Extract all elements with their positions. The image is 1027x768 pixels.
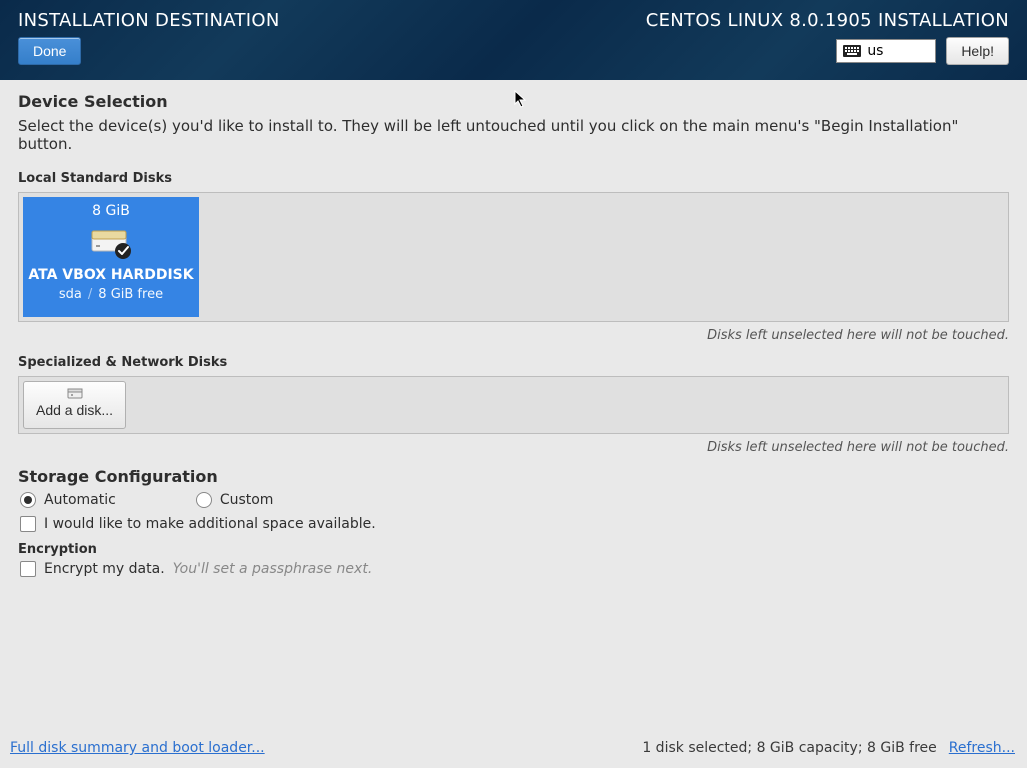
- page-title: INSTALLATION DESTINATION: [18, 10, 280, 31]
- storage-custom-label: Custom: [220, 492, 274, 508]
- radio-icon: [196, 492, 212, 508]
- checkbox-icon: [20, 561, 36, 577]
- storage-automatic-label: Automatic: [44, 492, 116, 508]
- reclaim-space-checkbox[interactable]: I would like to make additional space av…: [20, 516, 1009, 532]
- disk-subinfo: sda/8 GiB free: [59, 287, 163, 302]
- disk-free: 8 GiB free: [98, 287, 163, 302]
- reclaim-space-label: I would like to make additional space av…: [44, 516, 376, 532]
- encrypt-hint: You'll set a passphrase next.: [173, 561, 373, 577]
- checkbox-icon: [20, 516, 36, 532]
- device-selection-desc: Select the device(s) you'd like to insta…: [18, 117, 1009, 153]
- network-disks-label: Specialized & Network Disks: [18, 355, 1009, 370]
- product-title: CENTOS LINUX 8.0.1905 INSTALLATION: [646, 10, 1009, 31]
- storage-config-title: Storage Configuration: [18, 467, 1009, 486]
- header-bar: INSTALLATION DESTINATION Done CENTOS LIN…: [0, 0, 1027, 80]
- add-disk-button[interactable]: Add a disk...: [23, 381, 126, 429]
- footer-bar: Full disk summary and boot loader... 1 d…: [0, 734, 1027, 768]
- keyboard-layout-indicator[interactable]: us: [836, 39, 936, 63]
- network-disks-container: Add a disk...: [18, 376, 1009, 434]
- add-disk-icon: [67, 386, 83, 400]
- encrypt-data-label: Encrypt my data.: [44, 561, 165, 577]
- encryption-title: Encryption: [18, 542, 1009, 557]
- add-disk-label: Add a disk...: [36, 402, 113, 418]
- header-left: INSTALLATION DESTINATION Done: [18, 10, 280, 70]
- network-disks-hint: Disks left unselected here will not be t…: [18, 440, 1009, 455]
- local-disks-container: 8 GiB ATA VBOX HARDDISK sda/8 GiB free: [18, 192, 1009, 322]
- selection-status: 1 disk selected; 8 GiB capacity; 8 GiB f…: [642, 740, 936, 756]
- storage-custom-radio[interactable]: Custom: [196, 492, 274, 508]
- header-right: CENTOS LINUX 8.0.1905 INSTALLATION us He…: [646, 10, 1009, 70]
- keyboard-icon: [843, 45, 861, 57]
- help-button[interactable]: Help!: [946, 37, 1009, 65]
- encrypt-data-checkbox[interactable]: Encrypt my data. You'll set a passphrase…: [20, 561, 1009, 577]
- disk-size: 8 GiB: [92, 203, 130, 219]
- main-content: Device Selection Select the device(s) yo…: [0, 80, 1027, 734]
- local-disks-hint: Disks left unselected here will not be t…: [18, 328, 1009, 343]
- disk-tile-sda[interactable]: 8 GiB ATA VBOX HARDDISK sda/8 GiB free: [23, 197, 199, 317]
- local-disks-label: Local Standard Disks: [18, 171, 1009, 186]
- radio-icon: [20, 492, 36, 508]
- device-selection-title: Device Selection: [18, 92, 1009, 111]
- storage-automatic-radio[interactable]: Automatic: [20, 492, 116, 508]
- disk-dev: sda: [59, 287, 82, 302]
- refresh-link[interactable]: Refresh...: [949, 740, 1015, 756]
- disk-summary-link[interactable]: Full disk summary and boot loader...: [10, 740, 265, 756]
- harddisk-icon: [88, 225, 134, 259]
- disk-model-name: ATA VBOX HARDDISK: [28, 267, 193, 283]
- keyboard-layout-label: us: [867, 43, 883, 59]
- done-button[interactable]: Done: [18, 37, 81, 65]
